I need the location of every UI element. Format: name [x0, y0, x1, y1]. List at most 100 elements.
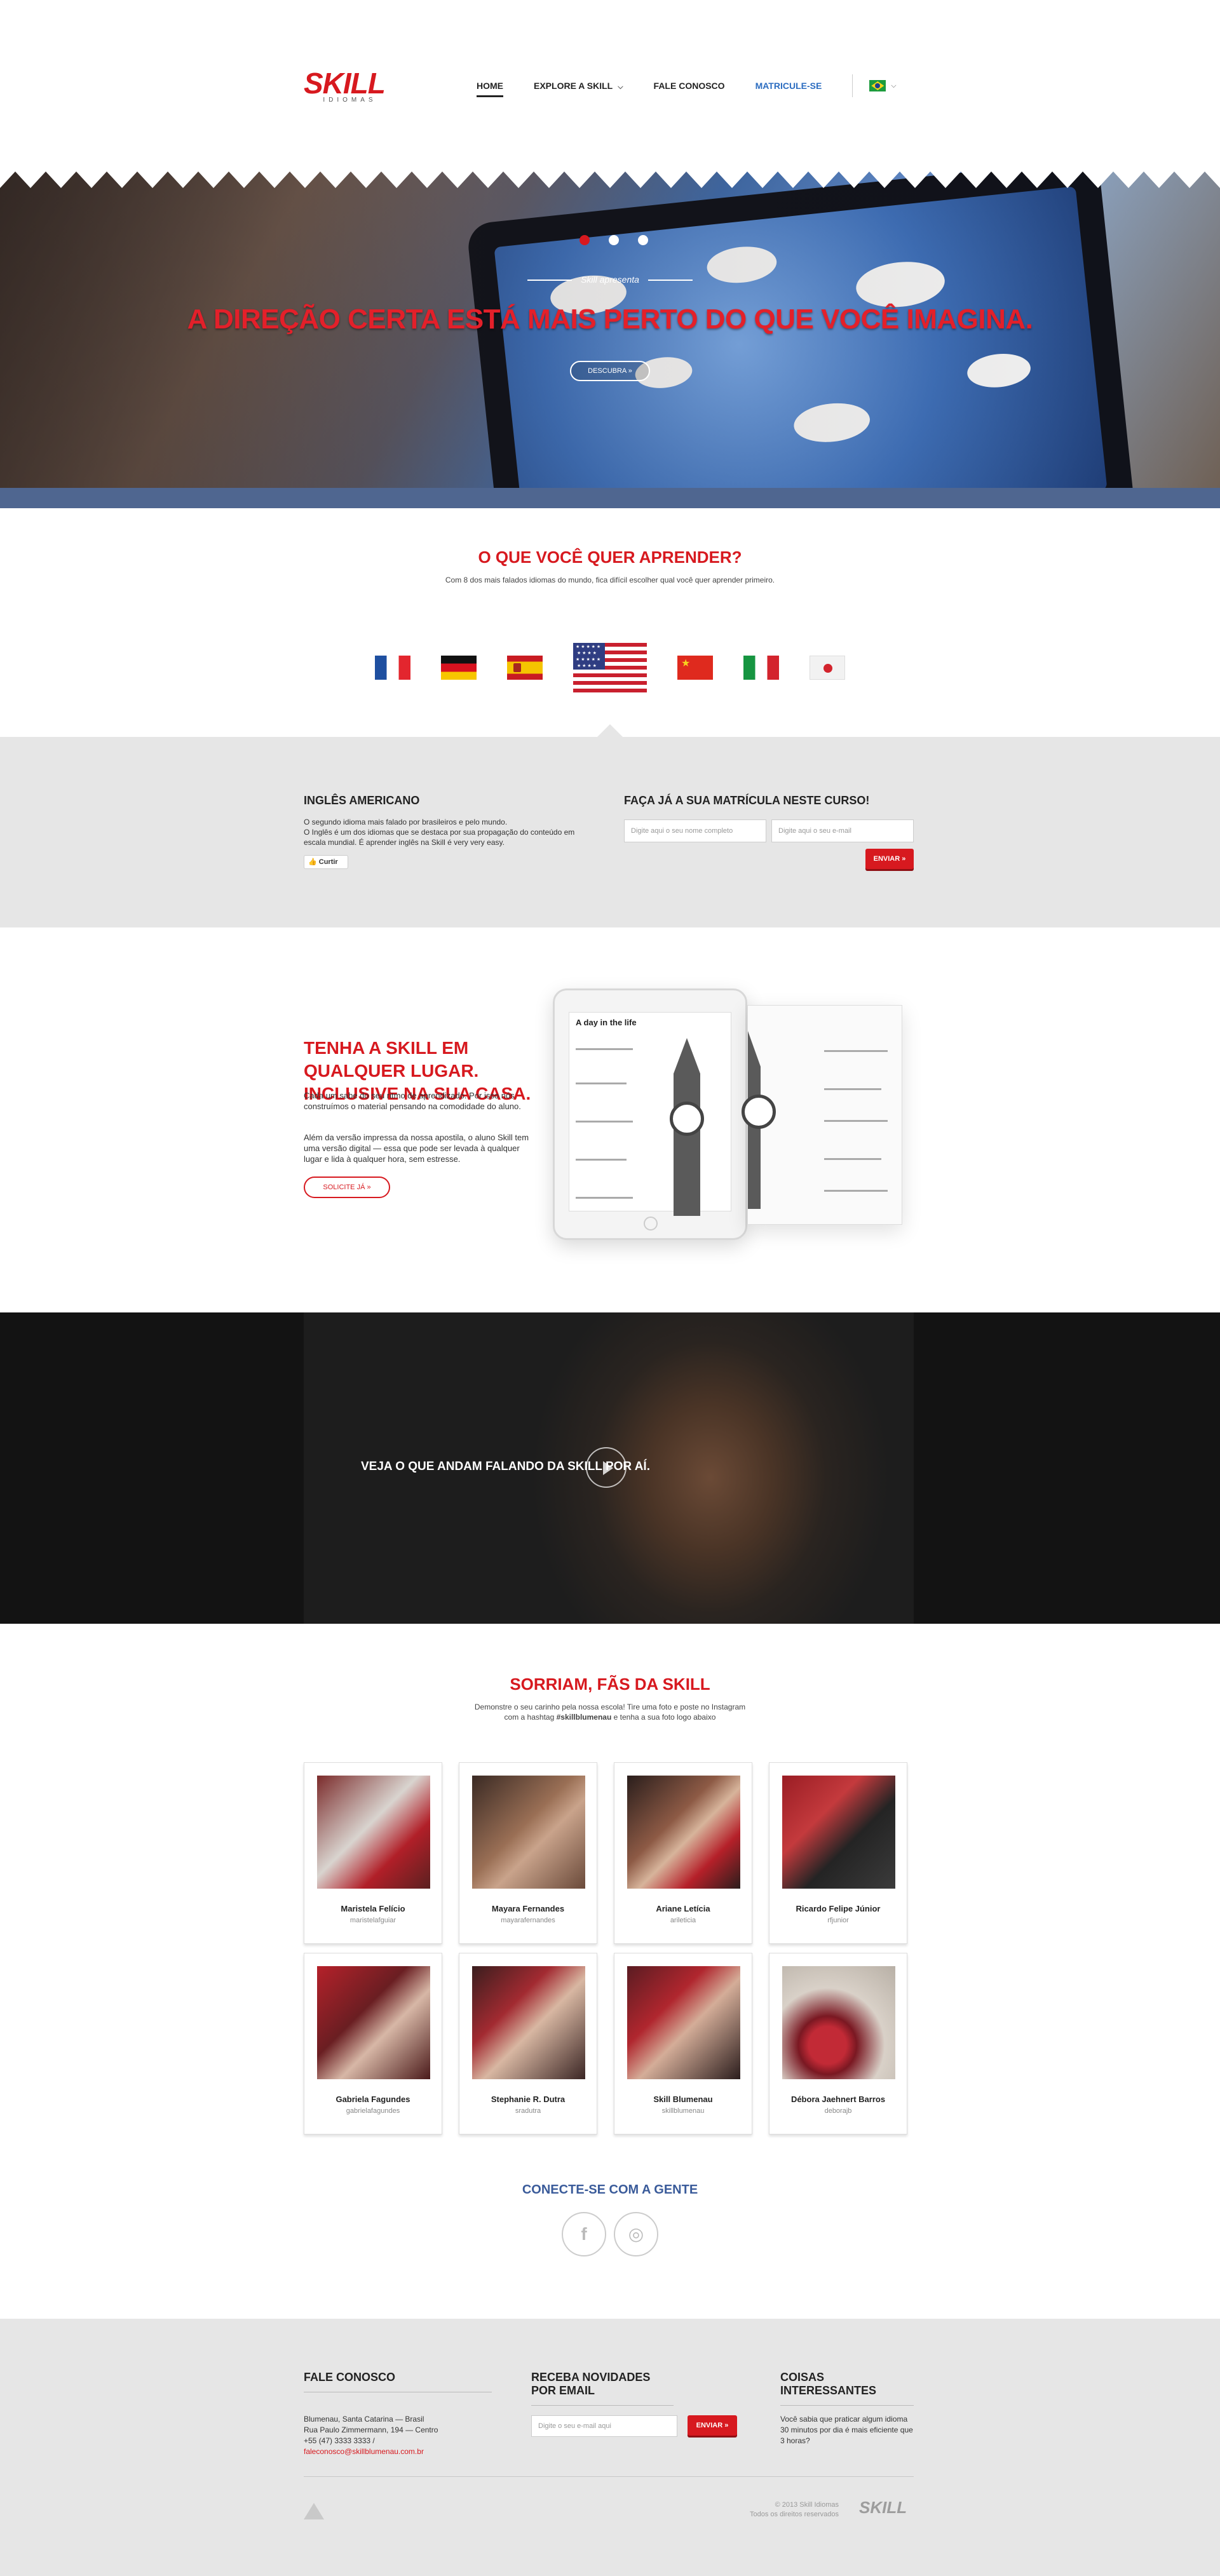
- fan-name: Skill Blumenau: [653, 2094, 713, 2104]
- slider-dot[interactable]: [609, 235, 619, 245]
- fan-card[interactable]: Maristela Felício maristelafguiar: [304, 1762, 442, 1944]
- fan-photo: [627, 1966, 740, 2079]
- fan-card[interactable]: Mayara Fernandes mayarafernandes: [459, 1762, 597, 1944]
- fan-photo: [472, 1966, 585, 2079]
- nav-enroll[interactable]: MATRICULE-SE: [756, 81, 822, 91]
- fan-name: Gabriela Fagundes: [336, 2094, 410, 2104]
- japan-flag-icon[interactable]: [810, 656, 845, 680]
- fan-card[interactable]: Skill Blumenau skillblumenau: [614, 1953, 752, 2134]
- copyright: © 2013 Skill Idiomas Todos os direitos r…: [750, 2500, 839, 2519]
- selected-pointer: [597, 724, 623, 737]
- enroll-submit-button[interactable]: ENVIAR »: [865, 849, 914, 869]
- chevron-down-icon: ⌵: [618, 83, 623, 91]
- fan-card[interactable]: Gabriela Fagundes gabrielafagundes: [304, 1953, 442, 2134]
- main-nav: HOME EXPLORE A SKILL ⌵ FALE CONOSCO MATRI…: [477, 74, 897, 97]
- like-label: Curtir: [318, 858, 338, 866]
- fan-card[interactable]: Ricardo Felipe Júnior rfjunior: [769, 1762, 907, 1944]
- instagram-icon[interactable]: ◎: [614, 2212, 658, 2256]
- footer-fact: Você sabia que praticar algum idioma 30 …: [780, 2415, 913, 2445]
- name-field[interactable]: Digite aqui o seu nome completo: [624, 819, 766, 842]
- hashtag: #skillblumenau: [556, 1713, 612, 1722]
- slider-dots: [580, 235, 648, 245]
- languages-subtitle: Com 8 dos mais falados idiomas do mundo,…: [445, 576, 775, 584]
- spain-flag-icon[interactable]: [507, 656, 543, 680]
- fan-card[interactable]: Ariane Letícia arileticia: [614, 1762, 752, 1944]
- zigzag-divider: [0, 172, 1220, 188]
- fan-photo: [317, 1776, 430, 1889]
- footer-email-link[interactable]: faleconosco@skillblumenau.com.br: [304, 2447, 424, 2456]
- phone-number: +55 (47) 3333 3333: [304, 2436, 371, 2445]
- slider-dot[interactable]: [638, 235, 648, 245]
- discover-button[interactable]: DESCUBRA »: [570, 361, 650, 381]
- like-button[interactable]: 👍 Curtir: [304, 855, 348, 869]
- enroll-title: FAÇA JÁ A SUA MATRÍCULA NESTE CURSO!: [624, 794, 870, 807]
- ipad-mockup: A day in the life: [553, 988, 747, 1240]
- fan-name: Ariane Letícia: [656, 1904, 710, 1913]
- facebook-icon[interactable]: f: [562, 2212, 606, 2256]
- fan-photo: [317, 1966, 430, 2079]
- fan-handle: maristelafguiar: [349, 1917, 396, 1924]
- italy-flag-icon[interactable]: [743, 656, 779, 680]
- fans-title: SORRIAM, FÃS DA SKILL: [510, 1675, 710, 1694]
- fan-name: Ricardo Felipe Júnior: [796, 1904, 881, 1913]
- hero-slider: [0, 172, 1220, 508]
- email-field[interactable]: Digite aqui o seu e-mail: [771, 819, 914, 842]
- france-flag-icon[interactable]: [375, 656, 410, 680]
- course-section: INGLÊS AMERICANO O segundo idioma mais f…: [0, 737, 1220, 927]
- play-icon[interactable]: [586, 1447, 627, 1488]
- anywhere-section: TENHA A SKILL EM QUALQUER LUGAR. INCLUSI…: [0, 927, 1220, 1312]
- fans-subtitle-2: com a hashtag #skillblumenau e tenha a s…: [0, 1713, 1220, 1722]
- ipad-heading: A day in the life: [576, 1018, 637, 1027]
- ipad-home-button: [644, 1217, 658, 1231]
- brazil-flag-icon: [869, 80, 886, 91]
- address-line-1: Blumenau, Santa Catarina — Brasil: [304, 2415, 424, 2424]
- hero-overlay: [0, 172, 1220, 508]
- fan-name: Mayara Fernandes: [491, 1904, 565, 1913]
- fan-card[interactable]: Stephanie R. Dutra sradutra: [459, 1953, 597, 2134]
- chevron-down-icon: ⌵: [891, 81, 897, 90]
- logo-text: SKILL: [304, 67, 386, 100]
- hero-kicker: Skill apresenta: [0, 274, 1220, 285]
- footer-contact-title: FALE CONOSCO: [304, 2371, 492, 2392]
- site-header: SKILL IDIOMAS HOME EXPLORE A SKILL ⌵ FALE…: [0, 0, 1220, 172]
- usa-flag-icon[interactable]: [573, 643, 647, 692]
- slider-dot[interactable]: [580, 235, 590, 245]
- language-selector[interactable]: ⌵: [869, 80, 897, 91]
- fan-handle: gabrielafagundes: [346, 2107, 400, 2115]
- hero-bottom-band: [0, 488, 1220, 508]
- fans-subtitle-1: Demonstre o seu carinho pela nossa escol…: [474, 1703, 746, 1711]
- nav-contact[interactable]: FALE CONOSCO: [654, 81, 725, 91]
- nav-explore-label: EXPLORE A SKILL: [534, 80, 613, 91]
- footer-logo[interactable]: SKILL: [859, 2498, 907, 2518]
- newsletter-email-field[interactable]: Digite o seu e-mail aqui: [531, 2415, 677, 2437]
- request-button[interactable]: SOLICITE JÁ »: [304, 1177, 390, 1198]
- fan-photo: [782, 1966, 895, 2079]
- skill-logo[interactable]: SKILL IDIOMAS: [304, 69, 396, 107]
- course-text-2: O Inglês é um dos idiomas que se destaca…: [304, 828, 575, 847]
- nav-home[interactable]: HOME: [477, 81, 503, 97]
- printed-book-mockup: [742, 1005, 902, 1225]
- footer-address: Blumenau, Santa Catarina — Brasil Rua Pa…: [304, 2415, 438, 2456]
- connect-title: CONECTE-SE COM A GENTE: [522, 2183, 698, 2197]
- fan-handle: skillblumenau: [661, 2107, 705, 2115]
- fan-handle: arileticia: [670, 1917, 696, 1924]
- fan-card[interactable]: Débora Jaehnert Barros deborajb: [769, 1953, 907, 2134]
- nav-explore[interactable]: EXPLORE A SKILL ⌵: [534, 81, 623, 91]
- fan-name: Maristela Felício: [341, 1904, 405, 1913]
- china-flag-icon[interactable]: [677, 656, 713, 680]
- copyright-line-2: Todos os direitos reservados: [749, 2511, 839, 2518]
- germany-flag-icon[interactable]: [441, 656, 477, 680]
- fans-section: SORRIAM, FÃS DA SKILL Demonstre o seu ca…: [0, 1624, 1220, 2319]
- fan-name: Débora Jaehnert Barros: [790, 2094, 886, 2104]
- fan-handle: sradutra: [515, 2107, 541, 2115]
- course-title: INGLÊS AMERICANO: [304, 794, 420, 807]
- newsletter-submit-button[interactable]: ENVIAR »: [688, 2415, 737, 2436]
- address-line-2: Rua Paulo Zimmermann, 194 — Centro: [304, 2425, 438, 2434]
- fan-photo: [782, 1776, 895, 1889]
- footer-facts-title: COISAS INTERESSANTES: [780, 2371, 914, 2406]
- anywhere-paragraph-1: Cada um sabe do seu ritmo de aprendizado…: [304, 1091, 521, 1111]
- video-section: VEJA O QUE ANDAM FALANDO DA SKILL POR AÍ…: [0, 1312, 1220, 1624]
- triangle-logo-icon: [304, 2503, 324, 2519]
- fan-handle: deborajb: [824, 2107, 852, 2115]
- fans-subtitle-post: e tenha a sua foto logo abaixo: [611, 1713, 716, 1722]
